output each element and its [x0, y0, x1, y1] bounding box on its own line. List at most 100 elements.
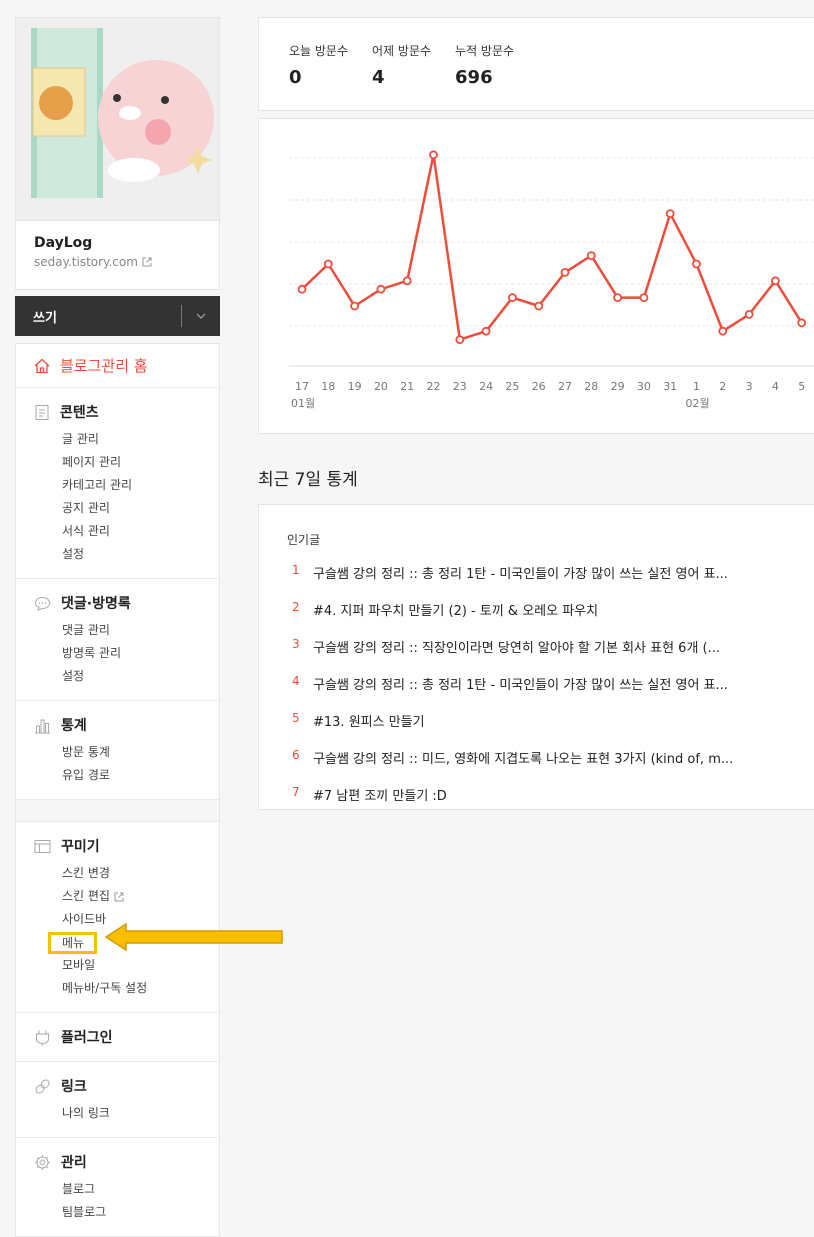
menu-item-notices[interactable]: 공지 관리	[62, 497, 219, 520]
chart-x-tick-label: 2	[719, 380, 726, 393]
popular-post-title[interactable]: #4. 지퍼 파우치 만들기 (2) - 토끼 & 오레오 파우치	[313, 600, 753, 619]
chart-x-tick-label: 18	[321, 380, 335, 393]
section-stats-title: 통계	[61, 718, 87, 734]
chart-month-label: 02월	[686, 397, 710, 410]
blog-name[interactable]: DayLog	[34, 235, 201, 251]
section-plugin: 플러그인	[16, 1013, 219, 1062]
chart-point[interactable]	[534, 301, 544, 311]
menu-item-guestbook[interactable]: 방명록 관리	[62, 642, 219, 665]
menu-item-skin-edit-label: 스킨 편집	[62, 889, 110, 903]
menu-item-templates[interactable]: 서식 관리	[62, 520, 219, 543]
chart-point[interactable]	[613, 293, 623, 303]
popular-post-item[interactable]: 6 구슬쌤 강의 정리 :: 미드, 영화에 지겹도록 나오는 표현 3가지 (k…	[287, 748, 814, 785]
chart-point[interactable]	[507, 293, 517, 303]
popular-post-title[interactable]: 구슬쌤 강의 정리 :: 직장인이라면 당연히 알아야 할 기본 회사 표현 6…	[313, 637, 753, 656]
popular-post-rank: 1	[292, 563, 300, 577]
section-comments: 댓글·방명록 댓글 관리 방명록 관리 설정	[16, 579, 219, 701]
section-admin-header[interactable]: 관리	[34, 1152, 219, 1172]
menu-item-skin-edit[interactable]: 스킨 편집	[62, 885, 219, 908]
menu-item-pages[interactable]: 페이지 관리	[62, 451, 219, 474]
main-content: 오늘 방문수 0 어제 방문수 4 누적 방문수 696 17 18 19 20 21 2…	[258, 17, 814, 810]
chart-point[interactable]	[323, 259, 333, 269]
popular-post-item[interactable]: 2 #4. 지퍼 파우치 만들기 (2) - 토끼 & 오레오 파우치	[287, 600, 814, 637]
section-contents-header[interactable]: 콘텐츠	[34, 402, 219, 422]
write-dropdown-button[interactable]	[182, 313, 220, 319]
chart-point[interactable]	[560, 267, 570, 277]
menu-item-comments[interactable]: 댓글 관리	[62, 619, 219, 642]
popular-posts-label: 인기글	[287, 533, 321, 547]
chart-point[interactable]	[350, 301, 359, 311]
chart-point[interactable]	[297, 284, 307, 294]
chart-point[interactable]	[692, 259, 701, 269]
chart-x-tick-label: 31	[663, 380, 677, 393]
section-comments-header[interactable]: 댓글·방명록	[34, 593, 219, 613]
menu-item-contents-settings[interactable]: 설정	[62, 543, 219, 566]
menu-item-comments-settings[interactable]: 설정	[62, 665, 219, 688]
chart-point[interactable]	[429, 150, 438, 160]
section-link: 링크 나의 링크	[16, 1062, 219, 1138]
section-contents-title: 콘텐츠	[60, 405, 99, 421]
home-icon	[34, 358, 50, 373]
popular-post-item[interactable]: 5 #13. 원피스 만들기	[287, 711, 814, 748]
visitor-stats: 오늘 방문수 0 어제 방문수 4 누적 방문수 696	[258, 17, 814, 111]
stat-yesterday: 어제 방문수 4	[372, 42, 431, 110]
chart-x-tick-label: 21	[400, 380, 414, 393]
chart-point[interactable]	[744, 309, 754, 319]
popular-post-title[interactable]: 구슬쌤 강의 정리 :: 총 정리 1탄 - 미국인들이 가장 많이 쓰는 실전…	[313, 674, 753, 693]
menu-item-referrers[interactable]: 유입 경로	[62, 764, 219, 787]
section-design-title: 꾸미기	[61, 839, 100, 855]
chart-point[interactable]	[639, 293, 649, 303]
section-design-header[interactable]: 꾸미기	[34, 836, 219, 856]
menu-item-my-links[interactable]: 나의 링크	[62, 1102, 219, 1125]
popular-posts-card: 인기글 1구슬쌤 강의 정리 :: 총 정리 1탄 - 미국인들이 가장 많이 …	[258, 504, 814, 810]
section-admin: 관리 블로그 팀블로그	[16, 1138, 219, 1236]
chart-point[interactable]	[797, 318, 807, 328]
popular-post-item[interactable]: 1 구슬쌤 강의 정리 :: 총 정리 1탄 - 미국인들이 가장 많이 쓰는 실…	[287, 563, 814, 600]
popular-post-title[interactable]: 구슬쌤 강의 정리 :: 총 정리 1탄 - 미국인들이 가장 많이 쓰는 실전…	[313, 563, 753, 582]
speech-bubble-icon	[34, 596, 51, 611]
chart-point[interactable]	[455, 335, 465, 345]
section-link-header[interactable]: 링크	[34, 1076, 219, 1096]
menu-item-visit-stats[interactable]: 방문 통계	[62, 741, 219, 764]
popular-post-item[interactable]: 4 구슬쌤 강의 정리 :: 총 정리 1탄 - 미국인들이 가장 많이 쓰는 실…	[287, 674, 814, 711]
chart-point[interactable]	[771, 276, 780, 286]
chart-point[interactable]	[665, 209, 675, 219]
menu-item-skin-change[interactable]: 스킨 변경	[62, 862, 219, 885]
stat-total-label: 누적 방문수	[455, 44, 515, 58]
menu-home-label: 블로그관리 홈	[60, 357, 148, 375]
chart-x-tick-label: 5	[798, 380, 805, 393]
menu-home-link[interactable]: 블로그관리 홈	[16, 344, 219, 388]
chart-point[interactable]	[402, 276, 412, 286]
popular-post-rank: 5	[292, 711, 300, 725]
menu-item-posts[interactable]: 글 관리	[62, 428, 219, 451]
menu-item-menubar-subscribe[interactable]: 메뉴바/구독 설정	[62, 977, 219, 1000]
blog-url-text: seday.tistory.com	[34, 255, 138, 269]
popular-post-rank: 3	[292, 637, 300, 651]
gear-icon	[35, 1154, 50, 1170]
popular-post-title[interactable]: #13. 원피스 만들기	[313, 711, 753, 730]
menu-item-categories[interactable]: 카테고리 관리	[62, 474, 219, 497]
chart-point[interactable]	[481, 326, 491, 336]
section-stats-header[interactable]: 통계	[34, 715, 219, 735]
menu-item-team-blog[interactable]: 팀블로그	[62, 1201, 219, 1224]
stat-total-value: 696	[455, 67, 493, 88]
section-contents: 콘텐츠 글 관리 페이지 관리 카테고리 관리 공지 관리 서식 관리 설정	[16, 388, 219, 579]
menu-item-mobile[interactable]: 모바일	[62, 954, 219, 977]
write-button[interactable]: 쓰기	[15, 307, 181, 326]
profile-card: DayLog seday.tistory.com	[15, 17, 220, 290]
popular-post-item[interactable]: 7 #7 남편 조끼 만들기 :D	[287, 785, 814, 822]
section-plugin-header[interactable]: 플러그인	[34, 1027, 219, 1047]
chart-x-tick-label: 27	[558, 380, 572, 393]
chart-point[interactable]	[376, 284, 386, 294]
popular-post-title[interactable]: 구슬쌤 강의 정리 :: 미드, 영화에 지겹도록 나오는 표현 3가지 (ki…	[313, 748, 753, 767]
chart-point[interactable]	[718, 326, 728, 336]
popular-post-rank: 6	[292, 748, 300, 762]
popular-post-item[interactable]: 3 구슬쌤 강의 정리 :: 직장인이라면 당연히 알아야 할 기본 회사 표현 …	[287, 637, 814, 674]
popular-post-title[interactable]: #7 남편 조끼 만들기 :D	[313, 785, 753, 804]
section-design: 꾸미기 스킨 변경 스킨 편집 사이드바 메뉴 모바일 메뉴바/구독 설정	[16, 822, 219, 1013]
menu-item-blog[interactable]: 블로그	[62, 1178, 219, 1201]
chart-point[interactable]	[586, 251, 596, 261]
chart-x-tick-label: 23	[453, 380, 467, 393]
blog-url-link[interactable]: seday.tistory.com	[34, 255, 201, 269]
profile-image[interactable]	[16, 18, 219, 221]
